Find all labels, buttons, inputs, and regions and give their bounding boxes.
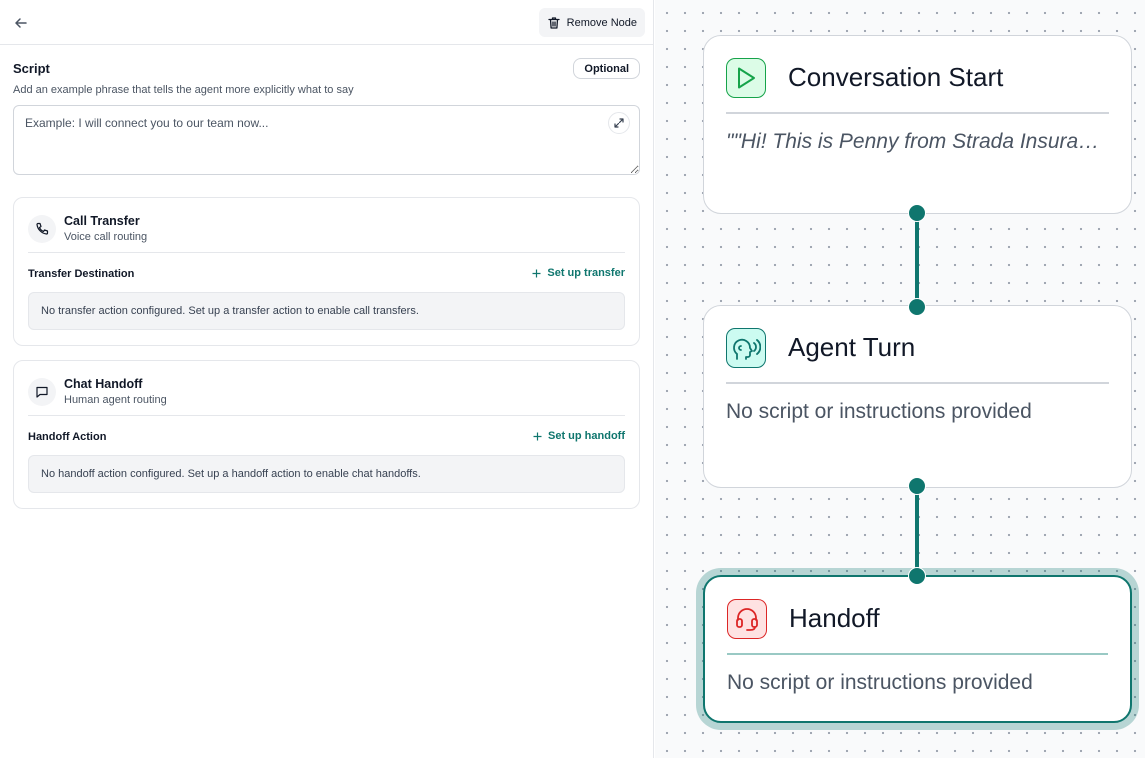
flow-edge: [915, 213, 919, 307]
call-transfer-subtitle: Voice call routing: [64, 231, 148, 243]
call-transfer-title: Call Transfer: [64, 214, 140, 228]
expand-editor-button[interactable]: [608, 112, 630, 134]
back-button[interactable]: [10, 12, 32, 34]
node-agent-turn[interactable]: Agent Turn No script or instructions pro…: [703, 305, 1132, 488]
node-title: Agent Turn: [788, 332, 916, 362]
node-conversation-start[interactable]: Conversation Start ""Hi! This is Penny f…: [703, 35, 1132, 214]
play-icon: [726, 58, 766, 98]
headset-icon: [727, 599, 767, 639]
transfer-destination-label: Transfer Destination: [28, 268, 135, 280]
script-input[interactable]: [13, 105, 640, 175]
chat-bubble-icon: [28, 378, 56, 406]
connection-handle[interactable]: [908, 204, 926, 222]
node-handoff[interactable]: Handoff No script or instructions provid…: [703, 575, 1132, 723]
call-transfer-card: Call Transfer Voice call routing Transfe…: [13, 197, 640, 346]
node-script-preview: No script or instructions provided: [726, 400, 1032, 423]
optional-badge: Optional: [573, 58, 640, 79]
remove-node-button[interactable]: Remove Node: [538, 8, 645, 37]
divider: [726, 112, 1109, 114]
connection-handle[interactable]: [908, 298, 926, 316]
handoff-empty-note: No handoff action configured. Set up a h…: [28, 455, 625, 493]
divider: [28, 252, 625, 253]
plus-icon: [532, 269, 541, 277]
transfer-empty-note: No transfer action configured. Set up a …: [28, 292, 625, 330]
chat-handoff-card: Chat Handoff Human agent routing Handoff…: [13, 360, 640, 509]
connection-handle[interactable]: [908, 567, 926, 585]
plus-icon: [533, 432, 542, 440]
connection-handle[interactable]: [908, 477, 926, 495]
panel-header: Remove Node: [0, 0, 653, 45]
set-up-transfer-button[interactable]: Set up transfer: [532, 267, 625, 279]
node-script-preview: No script or instructions provided: [727, 671, 1033, 694]
node-settings-panel: Remove Node Script Optional Add an examp…: [0, 0, 654, 758]
divider: [726, 382, 1109, 384]
expand-icon: [614, 118, 624, 128]
node-title: Conversation Start: [788, 62, 1004, 92]
handoff-action-label: Handoff Action: [28, 431, 107, 443]
divider: [28, 415, 625, 416]
speaking-head-icon: [726, 328, 766, 368]
set-up-handoff-button[interactable]: Set up handoff: [533, 430, 625, 442]
script-title: Script: [13, 61, 50, 76]
node-script-preview: ""Hi! This is Penny from Strada Insuranc…: [726, 130, 1109, 153]
phone-icon: [28, 215, 56, 243]
trash-icon: [548, 16, 560, 29]
divider: [727, 653, 1108, 655]
flow-edge: [915, 486, 919, 576]
chat-handoff-subtitle: Human agent routing: [64, 394, 167, 406]
flow-canvas[interactable]: Conversation Start ""Hi! This is Penny f…: [655, 0, 1145, 758]
script-description: Add an example phrase that tells the age…: [13, 84, 354, 96]
set-up-handoff-label: Set up handoff: [548, 430, 625, 442]
set-up-transfer-label: Set up transfer: [547, 267, 625, 279]
remove-node-label: Remove Node: [566, 16, 637, 29]
node-title: Handoff: [789, 603, 880, 633]
arrow-left-icon: [15, 18, 27, 28]
chat-handoff-title: Chat Handoff: [64, 377, 143, 391]
